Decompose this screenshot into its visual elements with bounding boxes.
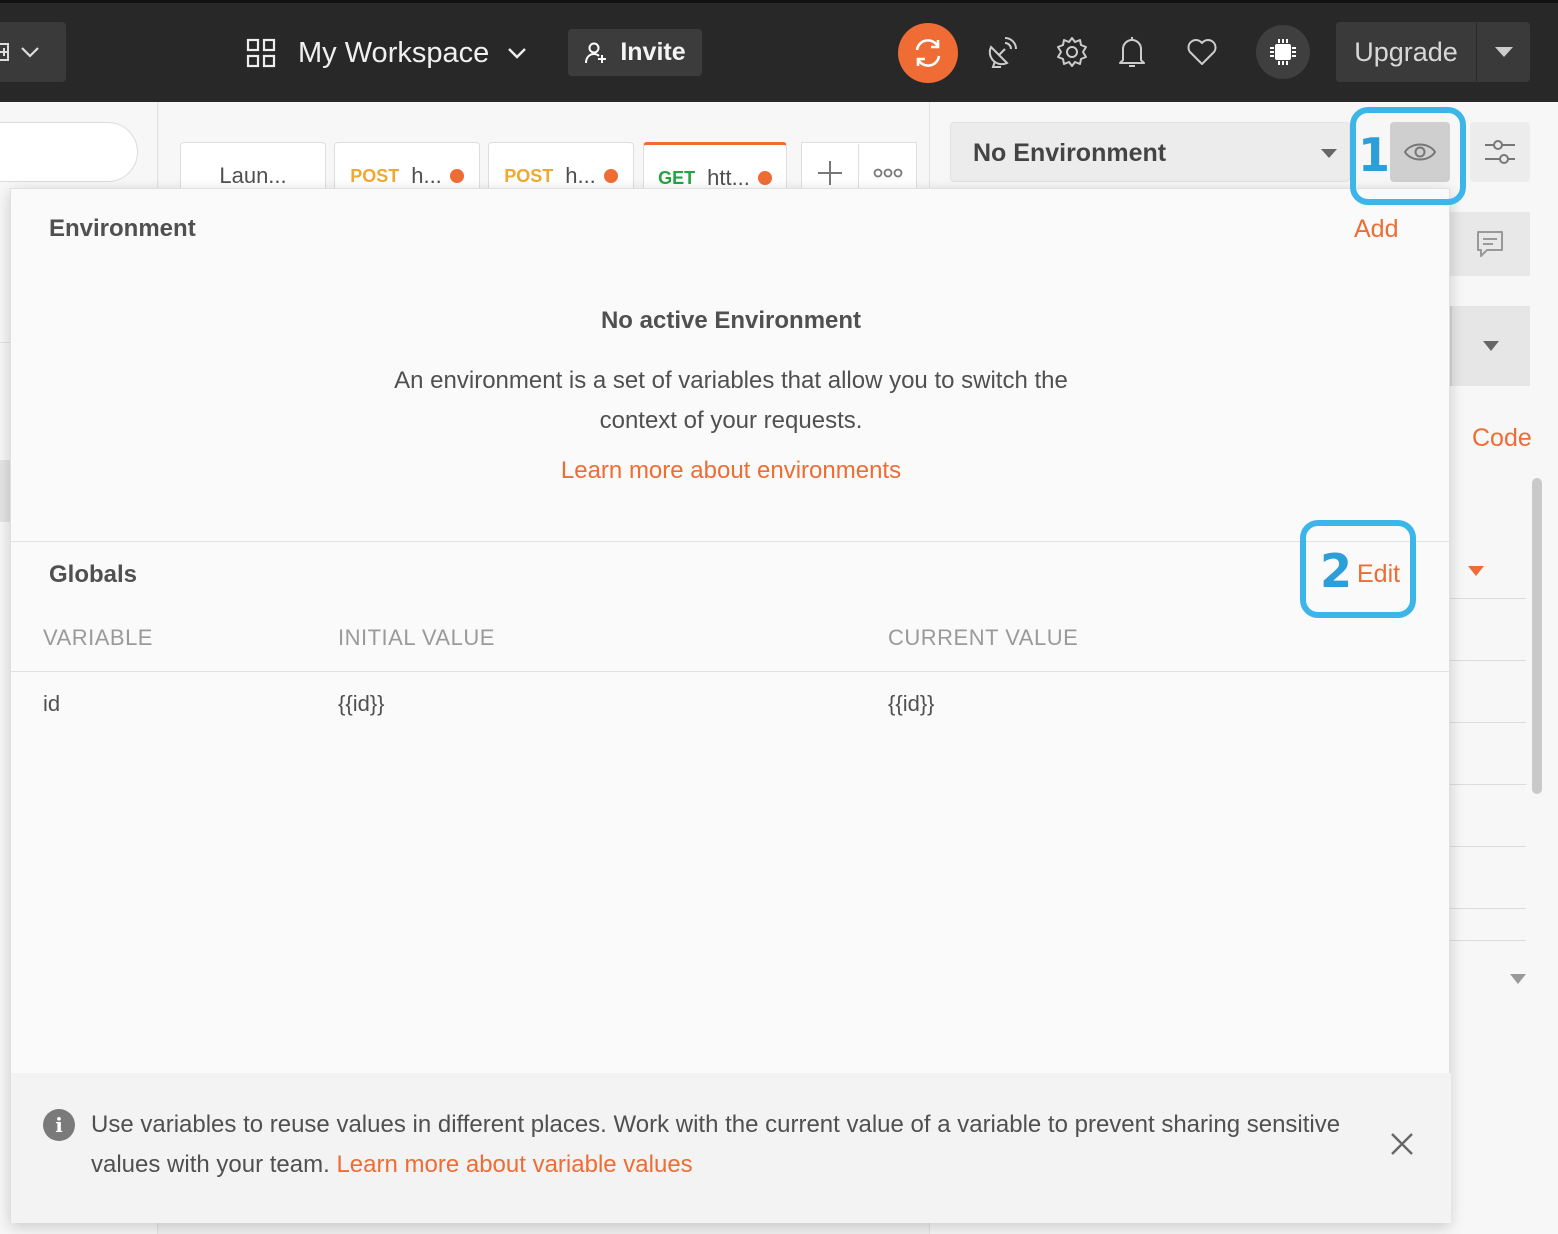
- unsaved-indicator: [449, 169, 464, 183]
- globals-section-title: Globals: [49, 561, 138, 588]
- window-edge: [0, 0, 1558, 3]
- callout-highlight-2: [1300, 520, 1416, 618]
- section-divider: [11, 541, 1451, 542]
- row-divider: [1450, 908, 1526, 909]
- caret-down-icon: [1494, 47, 1513, 57]
- notifications-button[interactable]: [1112, 32, 1152, 72]
- tab-method: GET: [658, 167, 696, 188]
- workspace-switcher[interactable]: My Workspace: [246, 30, 527, 76]
- callout-number-1: 1: [1358, 128, 1391, 182]
- chevron-down-icon: [508, 48, 527, 59]
- add-user-icon: [585, 42, 607, 63]
- request-tabs-bar: Laun... POST h... POST h... GET htt...: [159, 102, 929, 202]
- empty-state-title: No active Environment: [600, 307, 862, 334]
- caret-down-icon: [1483, 341, 1499, 351]
- learn-more-variable-values-link[interactable]: Learn more about variable values: [336, 1151, 692, 1178]
- interceptor-button[interactable]: [982, 32, 1022, 72]
- learn-more-environments-link-text[interactable]: Learn more about environments: [561, 457, 901, 484]
- manage-environments-button[interactable]: [1470, 122, 1530, 182]
- tab-label: h...: [411, 163, 442, 188]
- info-banner-text: Use variables to reuse values in differe…: [91, 1105, 1341, 1185]
- favorites-button[interactable]: [1182, 32, 1222, 72]
- new-window-icon: [0, 43, 9, 61]
- close-icon[interactable]: [1389, 1131, 1415, 1157]
- environment-select-value: No Environment: [973, 139, 1167, 167]
- sliders-icon: [1485, 140, 1515, 164]
- code-link[interactable]: Code: [1472, 424, 1532, 453]
- current-value-cell: {{id}}: [888, 691, 935, 716]
- initial-value-cell: {{id}}: [338, 691, 385, 716]
- more-icon: [873, 168, 902, 177]
- environment-section-title: Environment: [49, 215, 196, 242]
- row-divider: [1450, 784, 1526, 785]
- plus-icon: [818, 160, 842, 185]
- row-divider: [1450, 722, 1526, 723]
- tab-method: POST: [350, 165, 400, 186]
- empty-state-description: An environment is a set of variables tha…: [394, 367, 1068, 434]
- learn-more-environments-link: Learn more about environments: [11, 457, 1451, 485]
- chevron-down-icon: [21, 47, 39, 58]
- callout-number-2: 2: [1320, 544, 1353, 598]
- invite-button[interactable]: Invite: [568, 29, 702, 76]
- column-header-initial-value: INITIAL VALUE: [338, 625, 495, 650]
- column-header-variable: VARIABLE: [43, 625, 153, 650]
- upgrade-label: Upgrade: [1354, 37, 1458, 67]
- top-bar: My Workspace Invite Upgrade: [0, 0, 1558, 102]
- comments-button[interactable]: [1450, 212, 1530, 276]
- caret-down-icon: [1321, 149, 1337, 158]
- chip-icon: [1270, 39, 1296, 65]
- unsaved-indicator: [757, 171, 772, 185]
- environment-select[interactable]: No Environment: [950, 122, 1350, 182]
- table-header-divider: [11, 671, 1451, 672]
- caret-down-icon[interactable]: [1510, 974, 1526, 984]
- bell-icon: [1119, 37, 1145, 67]
- scrollbar[interactable]: [1532, 478, 1542, 794]
- satellite-icon: [988, 37, 1017, 68]
- row-divider: [1450, 846, 1526, 847]
- settings-button[interactable]: [1052, 32, 1092, 72]
- caret-down-icon[interactable]: [1468, 566, 1484, 576]
- heart-icon: [1187, 39, 1217, 65]
- row-divider: [1450, 598, 1526, 599]
- send-dropdown-button[interactable]: [1450, 306, 1530, 386]
- add-environment-link[interactable]: Add: [1354, 215, 1398, 244]
- upgrade-dropdown-button[interactable]: [1477, 22, 1530, 82]
- column-header-current-value: CURRENT VALUE: [888, 625, 1079, 650]
- tab-method: POST: [504, 165, 554, 186]
- invite-label: Invite: [620, 38, 686, 66]
- sync-icon: [915, 39, 941, 67]
- gear-icon: [1057, 37, 1087, 67]
- workspace-name: My Workspace: [298, 36, 490, 69]
- sidebar-item[interactable]: [0, 460, 10, 522]
- sidebar-search-input[interactable]: [0, 122, 138, 182]
- workspace-grid-icon: [246, 38, 276, 68]
- row-divider: [1450, 940, 1526, 941]
- variable-name-cell: id: [43, 691, 61, 716]
- environment-quick-look-popover: Environment Add No active Environment An…: [10, 188, 1451, 1223]
- unsaved-indicator: [603, 169, 618, 183]
- info-message: Use variables to reuse values in differe…: [91, 1111, 1341, 1178]
- upgrade-button[interactable]: Upgrade: [1336, 22, 1530, 82]
- info-banner: i Use variables to reuse values in diffe…: [11, 1073, 1451, 1223]
- tab-label: h...: [565, 163, 596, 188]
- sync-button[interactable]: [898, 23, 958, 83]
- new-button[interactable]: [0, 22, 66, 82]
- row-divider: [1450, 660, 1526, 661]
- comment-icon: [1477, 231, 1503, 257]
- agent-button[interactable]: [1256, 25, 1310, 79]
- info-icon: i: [43, 1109, 75, 1141]
- tab-label: Laun...: [219, 163, 287, 188]
